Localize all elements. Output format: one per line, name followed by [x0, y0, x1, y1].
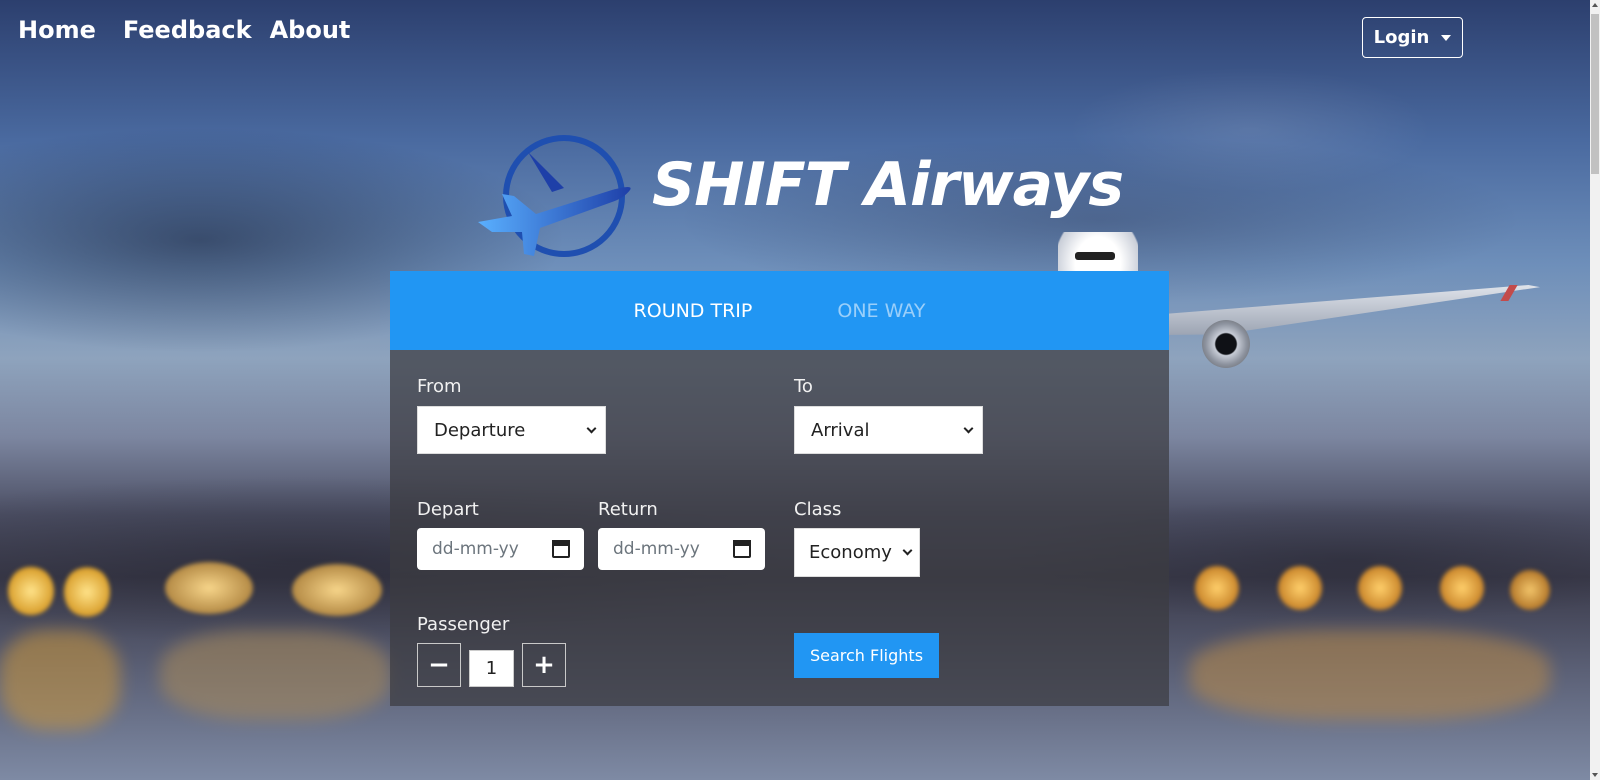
class-select[interactable]: Economy: [794, 528, 920, 577]
tab-one-way[interactable]: ONE WAY: [837, 300, 925, 322]
flight-search-card: ROUND TRIP ONE WAY From Departure To Arr…: [390, 271, 1169, 706]
airplane-engine: [1202, 320, 1250, 368]
return-label: Return: [598, 499, 658, 520]
bokeh-light: [1195, 566, 1239, 610]
return-date-placeholder: dd-mm-yy: [613, 539, 700, 559]
light-reflection: [1190, 630, 1550, 720]
depart-label: Depart: [417, 499, 479, 520]
bokeh-light: [165, 562, 253, 614]
airplane-circle-logo-icon: [478, 135, 631, 257]
airplane-cockpit: [1075, 252, 1115, 260]
bokeh-light: [64, 566, 110, 618]
passenger-increment-button[interactable]: +: [522, 643, 566, 687]
login-dropdown-button[interactable]: Login: [1362, 17, 1463, 58]
to-select[interactable]: Arrival: [794, 406, 983, 454]
scroll-down-arrow-icon[interactable]: [1592, 773, 1598, 777]
to-select-value: Arrival: [811, 419, 870, 441]
caret-down-icon: [1441, 34, 1452, 41]
bokeh-light: [8, 566, 54, 616]
passenger-decrement-button[interactable]: −: [417, 643, 461, 687]
bokeh-light: [292, 564, 382, 616]
search-flights-button[interactable]: Search Flights: [794, 633, 939, 678]
light-reflection: [0, 630, 120, 730]
class-select-value: Economy: [809, 542, 892, 563]
nav-about-link[interactable]: About: [270, 16, 351, 44]
light-reflection: [160, 630, 390, 720]
bokeh-light: [1358, 566, 1402, 610]
brand-name: SHIFT Airways: [652, 150, 1124, 220]
flight-search-form: From Departure To Arrival Depart dd-mm-y…: [390, 350, 1169, 706]
trip-type-tabs: ROUND TRIP ONE WAY: [390, 271, 1169, 350]
passenger-count-input[interactable]: 1: [469, 650, 514, 687]
from-select[interactable]: Departure: [417, 406, 606, 454]
nav-feedback-link[interactable]: Feedback: [123, 16, 252, 44]
class-label: Class: [794, 499, 842, 520]
passenger-label: Passenger: [417, 614, 510, 635]
tab-round-trip[interactable]: ROUND TRIP: [634, 300, 753, 322]
login-label: Login: [1373, 27, 1430, 48]
top-navigation: Home Feedback About: [18, 16, 350, 44]
calendar-icon[interactable]: [733, 540, 751, 558]
to-label: To: [794, 376, 813, 397]
bokeh-light: [1510, 570, 1550, 610]
scroll-thumb[interactable]: [1591, 14, 1599, 174]
page-scrollbar[interactable]: [1590, 0, 1600, 780]
scroll-up-arrow-icon[interactable]: [1592, 3, 1598, 7]
depart-date-placeholder: dd-mm-yy: [432, 539, 519, 559]
chevron-down-icon: [963, 423, 974, 433]
chevron-down-icon: [586, 423, 597, 433]
calendar-icon[interactable]: [552, 540, 570, 558]
from-select-value: Departure: [434, 419, 526, 441]
nav-home-link[interactable]: Home: [18, 16, 96, 44]
bokeh-light: [1278, 566, 1322, 610]
from-label: From: [417, 376, 462, 397]
bokeh-light: [1440, 566, 1484, 610]
return-date-input[interactable]: dd-mm-yy: [598, 528, 765, 570]
chevron-down-icon: [902, 545, 913, 556]
depart-date-input[interactable]: dd-mm-yy: [417, 528, 584, 570]
